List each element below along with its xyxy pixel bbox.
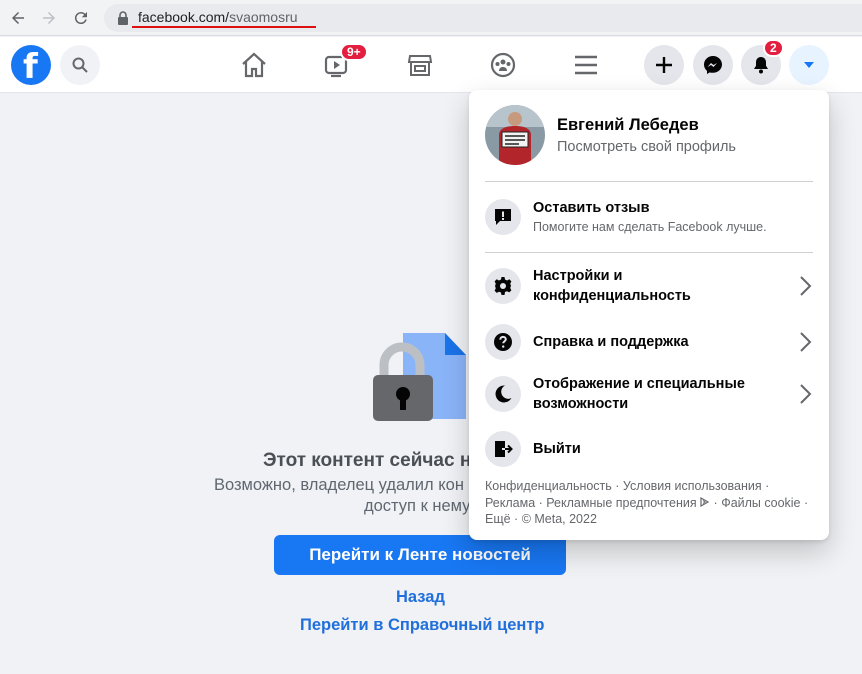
display-label-line-1: Отображение и специальные (533, 376, 745, 392)
account-menu-button[interactable] (789, 45, 829, 85)
video-badge: 9+ (340, 43, 368, 61)
home-icon (242, 52, 266, 78)
feedback-label: Оставить отзыв (533, 200, 650, 216)
profile-link[interactable]: Евгений Лебедев Посмотреть свой профиль (477, 98, 821, 174)
menu-footer: Конфиденциальность · Условия использован… (485, 479, 809, 526)
ad-choices-link[interactable]: Рекламные предпочтения (546, 496, 696, 510)
browser-toolbar: facebook.com/svaomosru (0, 0, 862, 36)
search-button[interactable] (60, 45, 100, 85)
back-arrow-icon[interactable] (6, 6, 30, 30)
notifications-button[interactable]: 2 (741, 39, 784, 85)
settings-privacy-item[interactable]: Настройки и конфиденциальность (477, 258, 821, 314)
help-center-link[interactable]: Перейти в Справочный центр (300, 616, 545, 635)
terms-link[interactable]: Условия использования (623, 479, 762, 493)
logout-icon (485, 431, 521, 467)
home-nav-button[interactable] (236, 47, 272, 83)
gear-icon (485, 268, 521, 304)
caret-down-icon (804, 62, 814, 68)
moon-icon (485, 376, 521, 412)
ads-link[interactable]: Реклама (485, 496, 535, 510)
ad-choices-icon (700, 496, 710, 507)
address-bar[interactable]: facebook.com/svaomosru (104, 4, 862, 32)
feedback-icon (485, 199, 521, 235)
chevron-right-icon (800, 276, 812, 296)
marketplace-icon (407, 55, 433, 76)
locked-content-illustration (373, 333, 466, 421)
search-icon (72, 57, 88, 73)
chevron-right-icon (800, 384, 812, 404)
create-button[interactable] (644, 45, 684, 85)
give-feedback-item[interactable]: Оставить отзыв Помогите нам сделать Face… (477, 189, 821, 245)
avatar (485, 105, 545, 165)
facebook-logo[interactable]: f (11, 45, 51, 87)
view-profile-label: Посмотреть свой профиль (557, 139, 736, 155)
watch-nav-button[interactable]: 9+ (318, 43, 368, 83)
url-text: facebook.com/svaomosru (138, 9, 298, 25)
facebook-header: f 9+ 2 (0, 37, 862, 93)
forward-arrow-icon[interactable] (37, 6, 61, 30)
display-label: Отображение и специальные возможности (533, 374, 745, 414)
privacy-link[interactable]: Конфиденциальность (485, 479, 612, 493)
plus-icon (656, 57, 672, 73)
settings-label: Настройки и конфиденциальность (533, 266, 691, 306)
divider (485, 252, 813, 253)
messenger-button[interactable] (693, 45, 733, 85)
go-to-news-feed-button[interactable]: Перейти к Ленте новостей (274, 535, 566, 575)
back-link[interactable]: Назад (396, 588, 445, 607)
divider (485, 181, 813, 182)
content-unavailable-title: Этот контент сейчас н (263, 450, 472, 471)
settings-label-line-1: Настройки и (533, 268, 623, 284)
profile-name: Евгений Лебедев (557, 116, 699, 134)
bell-icon (754, 57, 768, 74)
display-label-line-2: возможности (533, 396, 629, 412)
help-label: Справка и поддержка (533, 334, 689, 350)
notifications-badge: 2 (763, 39, 784, 57)
logout-label: Выйти (533, 441, 581, 457)
more-link[interactable]: Ещё (485, 512, 511, 526)
groups-icon (490, 52, 516, 78)
settings-label-line-2: конфиденциальность (533, 288, 691, 304)
copyright: © Meta, 2022 (521, 512, 597, 526)
feedback-subtitle: Помогите нам сделать Facebook лучше. (533, 220, 767, 234)
groups-nav-button[interactable] (485, 47, 521, 83)
secure-lock-icon (118, 11, 128, 25)
help-icon (485, 324, 521, 360)
chevron-right-icon (800, 332, 812, 352)
help-support-item[interactable]: Справка и поддержка (477, 314, 821, 370)
reload-icon[interactable] (69, 6, 93, 30)
logout-item[interactable]: Выйти (477, 421, 821, 477)
url-highlight-underline (132, 26, 316, 28)
cookies-link[interactable]: Файлы cookie (721, 496, 800, 510)
hamburger-icon (575, 55, 597, 75)
menu-nav-button[interactable] (568, 47, 604, 83)
display-accessibility-item[interactable]: Отображение и специальные возможности (477, 366, 821, 422)
messenger-icon (704, 56, 722, 74)
marketplace-nav-button[interactable] (402, 47, 438, 83)
account-dropdown-menu: Евгений Лебедев Посмотреть свой профиль … (469, 90, 829, 540)
